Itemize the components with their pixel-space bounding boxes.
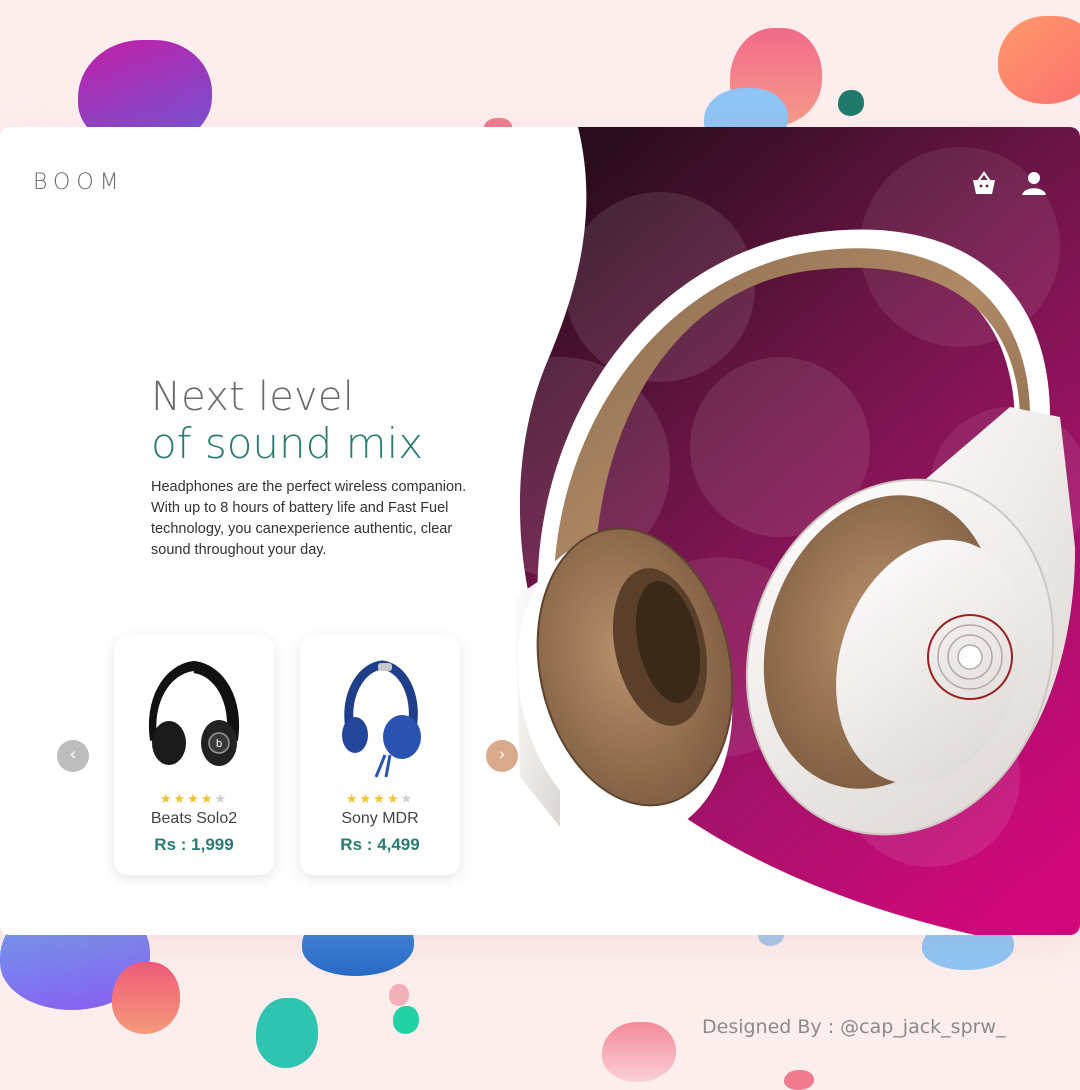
star-icon: ★ — [386, 791, 401, 806]
star-icon: ★ — [200, 791, 215, 806]
brand-logo[interactable]: BOOM — [33, 170, 125, 195]
product-card[interactable]: b ★★★★★ Beats Solo2 Rs : 1,999 — [114, 635, 274, 875]
svg-text:b: b — [216, 738, 222, 750]
product-image-beats: b — [148, 660, 240, 766]
chevron-left-icon: ‹ — [69, 744, 77, 765]
product-card[interactable]: ★★★★★ Sony MDR Rs : 4,499 — [300, 635, 460, 875]
decor-blob — [389, 984, 409, 1006]
carousel-prev-button[interactable]: ‹ — [57, 740, 89, 772]
decor-blob — [784, 1070, 814, 1090]
star-icon: ★ — [159, 791, 174, 806]
hero-headline-line2: of sound mix — [151, 419, 424, 468]
star-icon: ★ — [373, 791, 387, 806]
decor-blob — [256, 998, 318, 1068]
star-icon: ★ — [187, 791, 201, 806]
rating-stars: ★★★★★ — [114, 791, 274, 807]
decor-blob — [112, 962, 180, 1034]
decor-blob — [393, 1006, 419, 1034]
rating-stars: ★★★★★ — [300, 791, 460, 807]
product-price: Rs : 1,999 — [154, 835, 234, 854]
star-icon: ★ — [400, 791, 415, 806]
user-icon[interactable] — [1020, 169, 1048, 202]
decor-blob — [602, 1022, 676, 1082]
product-image-sony — [342, 660, 421, 778]
product-name[interactable]: Sony MDR — [300, 810, 460, 828]
decor-blob — [838, 90, 864, 116]
star-icon: ★ — [214, 791, 229, 806]
designer-credit: Designed By : @cap_jack_sprw_ — [702, 1016, 1006, 1038]
decor-blob — [998, 16, 1080, 104]
star-icon: ★ — [345, 791, 360, 806]
product-name[interactable]: Beats Solo2 — [114, 810, 274, 828]
carousel-next-button[interactable]: › — [486, 740, 518, 772]
shopping-basket-icon[interactable] — [970, 169, 998, 202]
chevron-right-icon: › — [498, 744, 506, 765]
star-icon: ★ — [173, 791, 188, 806]
star-icon: ★ — [359, 791, 374, 806]
product-price: Rs : 4,499 — [340, 835, 420, 854]
landing-card: BOOM Next level of sound mix Headphones … — [0, 127, 1080, 935]
hero-description: Headphones are the perfect wireless comp… — [151, 479, 467, 558]
hero-headline-line1: Next level — [151, 374, 355, 420]
